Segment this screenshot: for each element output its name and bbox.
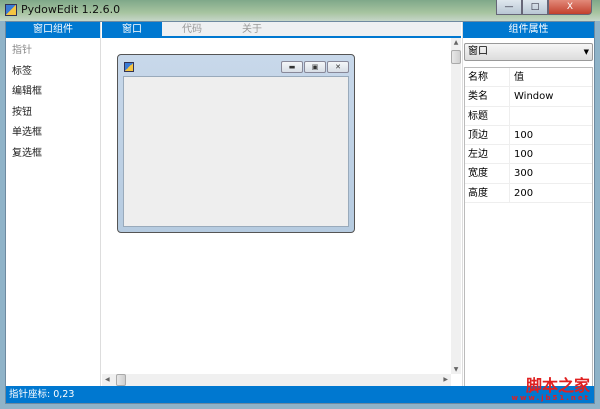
window-title: PydowEdit 1.2.6.0: [21, 3, 121, 16]
column-name: 名称: [465, 68, 510, 87]
property-value[interactable]: [510, 107, 514, 125]
editor-area: 窗口 代码 关于 ▬ ▣ ✕ ▲ ▼ ◀ ▶: [102, 22, 461, 386]
property-value[interactable]: 300: [510, 164, 533, 182]
main-frame: 窗口组件 指针 标签 编辑框 按钮 单选框 复选框 窗口 代码 关于 ▬ ▣ ✕…: [5, 21, 595, 404]
component-selector[interactable]: 窗口 ▼: [464, 43, 593, 61]
component-panel: 窗口组件 指针 标签 编辑框 按钮 单选框 复选框: [6, 22, 101, 386]
property-name: 宽度: [465, 164, 510, 183]
watermark-text: 脚本之家: [525, 376, 590, 395]
maximize-button[interactable]: □: [522, 0, 548, 15]
status-bar: 指针座标: 0,23 脚本之家 www.jb51.net: [6, 378, 594, 403]
property-row[interactable]: 标题: [465, 106, 592, 126]
property-name: 类名: [465, 87, 510, 106]
minimize-button[interactable]: —: [496, 0, 522, 15]
scroll-left-icon[interactable]: ◀: [105, 376, 110, 383]
property-row[interactable]: 顶边 100: [465, 125, 592, 146]
vertical-scroll-thumb[interactable]: [451, 50, 461, 64]
property-value[interactable]: 100: [510, 126, 533, 144]
component-selector-value: 窗口: [468, 46, 488, 57]
app-icon: [5, 4, 17, 16]
property-row[interactable]: 宽度 300: [465, 164, 592, 184]
watermark-url: www.jb51.net: [511, 394, 590, 402]
property-name: 标题: [465, 106, 510, 125]
vertical-scrollbar[interactable]: ▲ ▼: [451, 38, 461, 374]
horizontal-scrollbar[interactable]: ◀ ▶: [102, 374, 451, 386]
property-row[interactable]: 类名 Window: [465, 87, 592, 107]
watermark: 脚本之家 www.jb51.net: [511, 376, 591, 403]
property-table: 名称值 类名 Window 标题 顶边 100 左边 100 宽度 300 高度 200: [464, 67, 593, 398]
designed-window[interactable]: ▬ ▣ ✕: [117, 54, 355, 233]
property-value[interactable]: Window: [510, 87, 553, 105]
component-editbox[interactable]: 编辑框: [6, 82, 100, 103]
tab-window[interactable]: 窗口: [102, 22, 162, 36]
close-button[interactable]: X: [548, 0, 592, 15]
window-icon: [124, 62, 134, 72]
property-row[interactable]: 左边 100: [465, 145, 592, 165]
scroll-up-icon[interactable]: ▲: [451, 39, 461, 46]
minimize-icon: ▬: [281, 61, 303, 73]
tab-about[interactable]: 关于: [222, 22, 282, 36]
component-radio[interactable]: 单选框: [6, 123, 100, 144]
property-panel-header: 组件属性: [463, 22, 594, 38]
pointer-coordinates: 指针座标: 0,23: [9, 389, 75, 400]
property-panel: 组件属性 窗口 ▼ 名称值 类名 Window 标题 顶边 100 左边 100 宽度…: [462, 22, 594, 398]
designed-window-body[interactable]: [123, 76, 349, 227]
property-row[interactable]: 高度 200: [465, 183, 592, 204]
property-header-row: 名称值: [465, 68, 592, 88]
tab-bar: 窗口 代码 关于: [102, 22, 461, 38]
tab-code[interactable]: 代码: [162, 22, 222, 36]
component-panel-header: 窗口组件: [6, 22, 100, 38]
scroll-down-icon[interactable]: ▼: [451, 366, 461, 373]
title-bar: PydowEdit 1.2.6.0 — □ X: [0, 0, 600, 21]
property-name: 高度: [465, 183, 510, 203]
chevron-down-icon: ▼: [583, 48, 589, 56]
property-value[interactable]: 100: [510, 145, 533, 163]
component-button[interactable]: 按钮: [6, 103, 100, 124]
component-label[interactable]: 标签: [6, 62, 100, 83]
maximize-icon: ▣: [304, 61, 326, 73]
horizontal-scroll-thumb[interactable]: [116, 374, 126, 386]
property-value[interactable]: 200: [510, 184, 533, 202]
component-checkbox[interactable]: 复选框: [6, 144, 100, 165]
component-pointer[interactable]: 指针: [6, 41, 100, 62]
property-name: 顶边: [465, 125, 510, 145]
column-value: 值: [514, 72, 524, 83]
property-name: 左边: [465, 145, 510, 164]
scroll-right-icon[interactable]: ▶: [443, 376, 448, 383]
design-canvas[interactable]: ▬ ▣ ✕: [102, 38, 451, 374]
close-icon: ✕: [327, 61, 349, 73]
